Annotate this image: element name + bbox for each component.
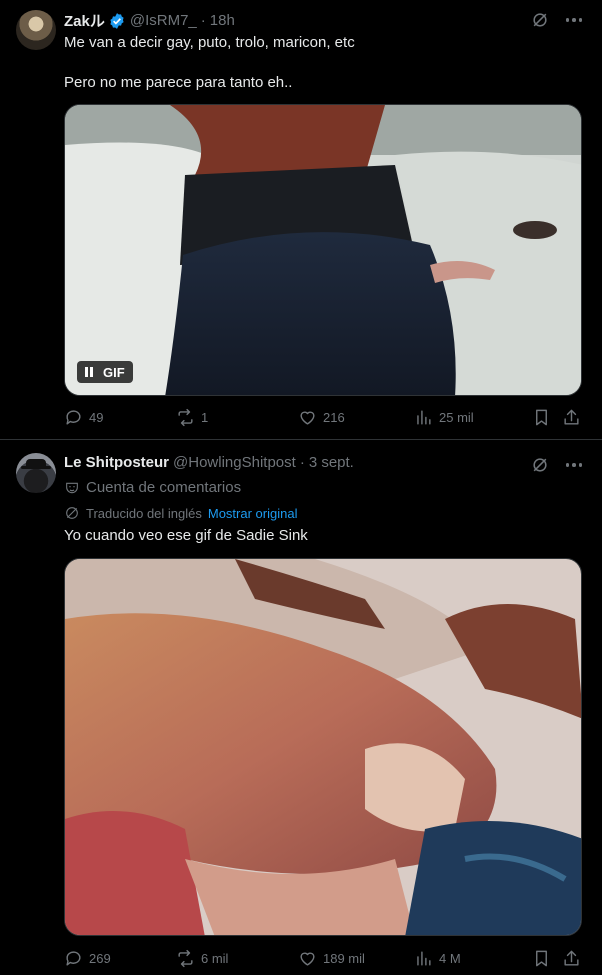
bookmark-icon xyxy=(536,409,547,426)
tweet-header: Zakル @IsRM7_ · 18h xyxy=(64,10,235,31)
account-label: Cuenta de comentarios xyxy=(86,479,242,496)
tweet-text-line2: Pero no me parece para tanto eh.. xyxy=(64,74,293,91)
reply-button[interactable]: 49 xyxy=(64,408,103,427)
grok-icon[interactable] xyxy=(530,10,550,30)
translated-label: Traducido del inglés xyxy=(86,505,202,521)
tweet-image-media[interactable] xyxy=(64,558,582,936)
show-original-link[interactable]: Mostrar original xyxy=(208,506,298,521)
bookmark-button[interactable] xyxy=(532,949,551,968)
tweet-top-actions xyxy=(530,455,584,475)
pause-icon[interactable] xyxy=(85,367,95,377)
bookmark-icon xyxy=(536,950,547,967)
like-button[interactable]: 189 mil xyxy=(298,949,365,968)
share-icon xyxy=(564,950,579,966)
reply-count: 269 xyxy=(89,951,111,966)
verified-badge-icon xyxy=(110,12,124,29)
gif-image xyxy=(65,105,581,395)
like-count: 216 xyxy=(323,410,345,425)
share-button[interactable] xyxy=(562,949,581,968)
reply-button[interactable]: 269 xyxy=(64,949,111,968)
share-icon xyxy=(564,409,579,425)
tweet-zak[interactable]: Zakル @IsRM7_ · 18h Me van a decir gay, p… xyxy=(0,0,602,440)
avatar[interactable] xyxy=(16,453,56,493)
tweet-le-shitposteur[interactable]: Le Shitposteur @HowlingShitpost · 3 sept… xyxy=(0,441,602,975)
tweet-gif-media[interactable]: GIF xyxy=(64,104,582,396)
share-button[interactable] xyxy=(562,408,581,427)
gif-label: GIF xyxy=(103,364,125,380)
views-icon xyxy=(417,410,431,425)
views-button[interactable]: 25 mil xyxy=(414,408,474,427)
tweet-header: Le Shitposteur @HowlingShitpost · 3 sept… xyxy=(64,454,354,471)
like-button[interactable]: 216 xyxy=(298,408,345,427)
reply-icon xyxy=(66,951,81,966)
author-handle[interactable]: @HowlingShitpost xyxy=(173,454,296,471)
like-count: 189 mil xyxy=(323,951,365,966)
retweet-button[interactable]: 1 xyxy=(176,408,208,427)
bookmark-button[interactable] xyxy=(532,408,551,427)
views-count: 4 M xyxy=(439,951,461,966)
timestamp[interactable]: 3 sept. xyxy=(309,454,354,471)
account-label-row: Cuenta de comentarios xyxy=(64,479,241,496)
like-icon xyxy=(300,411,315,425)
retweet-count: 6 mil xyxy=(201,951,229,966)
painting-image xyxy=(65,559,581,935)
retweet-icon xyxy=(178,408,193,427)
tweet-text: Yo cuando veo ese gif de Sadie Sink xyxy=(64,527,308,544)
separator-dot: · xyxy=(299,454,305,471)
retweet-count: 1 xyxy=(201,410,209,425)
more-icon[interactable] xyxy=(564,455,584,475)
views-button[interactable]: 4 M xyxy=(414,949,461,968)
reply-count: 49 xyxy=(89,410,104,425)
timestamp[interactable]: 18h xyxy=(210,12,235,29)
parody-mask-icon xyxy=(66,482,78,493)
author-handle[interactable]: @IsRM7_ xyxy=(130,12,197,29)
like-icon xyxy=(300,952,315,966)
views-count: 25 mil xyxy=(439,410,474,425)
avatar[interactable] xyxy=(16,10,56,50)
tweet-text-line1: Me van a decir gay, puto, trolo, maricon… xyxy=(64,34,355,51)
views-icon xyxy=(417,951,431,966)
more-icon[interactable] xyxy=(564,10,584,30)
author-name[interactable]: Zakル xyxy=(64,10,105,31)
translate-icon xyxy=(66,507,78,519)
reply-icon xyxy=(66,410,81,425)
separator-dot: · xyxy=(200,12,206,29)
retweet-button[interactable]: 6 mil xyxy=(176,949,228,968)
gif-badge[interactable]: GIF xyxy=(77,361,133,383)
tweet-actions: 49 1 216 25 mil xyxy=(64,408,582,428)
author-name[interactable]: Le Shitposteur xyxy=(64,454,169,471)
retweet-icon xyxy=(178,949,193,968)
tweet-actions: 269 6 mil 189 mil 4 M xyxy=(64,949,582,969)
grok-icon[interactable] xyxy=(530,455,550,475)
translation-row: Traducido del inglés Mostrar original xyxy=(64,505,297,521)
tweet-top-actions xyxy=(530,10,584,30)
